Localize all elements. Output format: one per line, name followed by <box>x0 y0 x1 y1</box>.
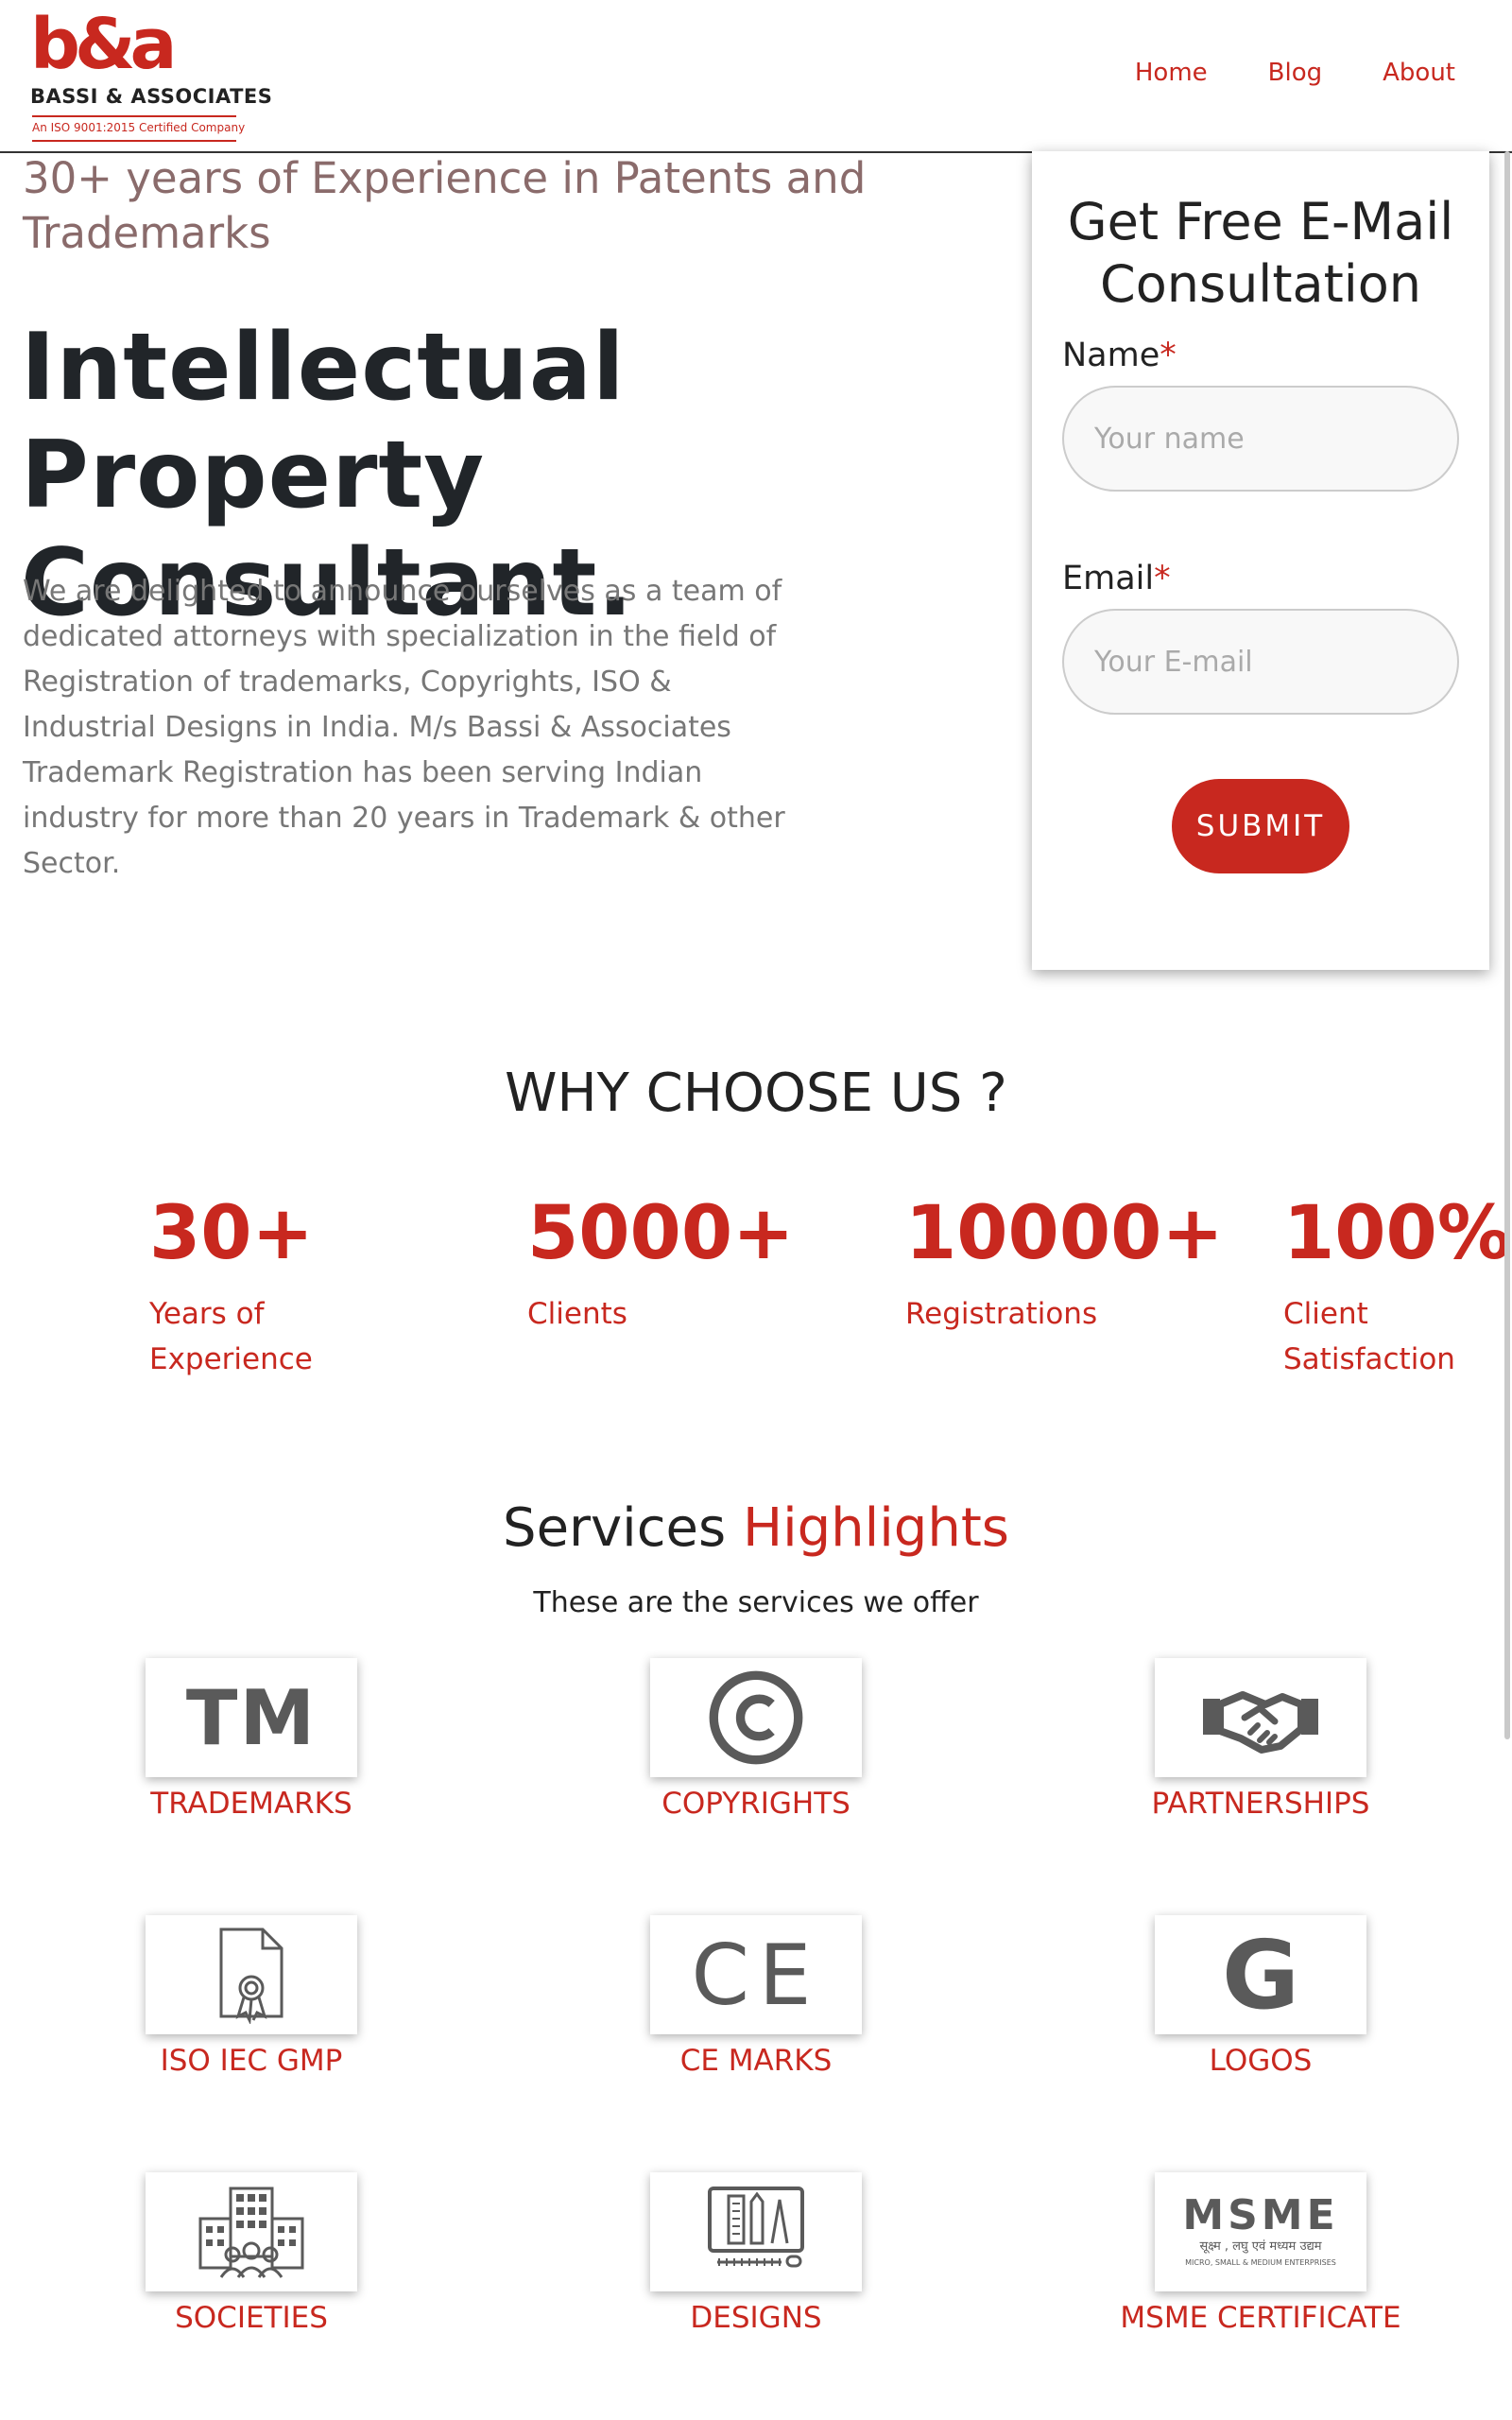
page-scrollbar[interactable] <box>1501 151 1512 1739</box>
required-mark: * <box>1160 337 1177 374</box>
required-mark: * <box>1154 560 1171 597</box>
nav-about-link[interactable]: About <box>1383 59 1455 87</box>
service-ce-marks[interactable]: CE CE MARKS <box>567 1915 945 2078</box>
main-nav: Home Blog About <box>1135 59 1455 87</box>
design-tools-icon <box>650 2172 862 2291</box>
trademark-icon: TM <box>146 1658 357 1777</box>
stat-number: 100% <box>1283 1191 1511 1276</box>
stat-label: Years of Experience <box>149 1297 313 1376</box>
nav-home-link[interactable]: Home <box>1135 59 1208 87</box>
copyright-icon <box>650 1658 862 1777</box>
logo-tagline: An ISO 9001:2015 Certified Company <box>32 115 245 142</box>
copyright-symbol <box>709 1670 803 1765</box>
name-label: Name* <box>1062 337 1177 374</box>
stat-satisfaction: 100% Client Satisfaction <box>1283 1187 1511 1382</box>
trademark-glyph: TM <box>185 1673 318 1762</box>
services-title: Services Highlights <box>0 1497 1512 1559</box>
handshake-symbol <box>1203 1691 1318 1754</box>
service-trademarks[interactable]: TM TRADEMARKS <box>62 1658 440 1821</box>
services-title-plain: Services <box>503 1497 727 1559</box>
hero-description: We are delighted to announce ourselves a… <box>23 575 785 880</box>
service-label: PARTNERSHIPS <box>1151 1787 1370 1821</box>
stat-clients: 5000+ Clients <box>527 1187 811 1337</box>
stat-number: 5000+ <box>527 1191 795 1276</box>
email-label-text: Email <box>1062 560 1155 597</box>
email-label: Email* <box>1062 560 1171 597</box>
service-copyrights[interactable]: COPYRIGHTS <box>567 1658 945 1821</box>
name-input[interactable] <box>1062 386 1459 492</box>
site-logo[interactable]: b&a BASSI & ASSOCIATES An ISO 9001:2015 … <box>26 4 272 142</box>
service-label: LOGOS <box>1209 2044 1313 2078</box>
scrollbar-thumb[interactable] <box>1504 151 1510 1739</box>
society-building-symbol <box>198 2187 304 2278</box>
service-designs[interactable]: DESIGNS <box>567 2172 945 2335</box>
service-societies[interactable]: SOCIETIES <box>62 2172 440 2335</box>
service-label: SOCIETIES <box>175 2301 328 2335</box>
logo-mark: b&a <box>30 4 177 85</box>
stat-registrations: 10000+ Registrations <box>905 1187 1224 1337</box>
msme-english-text: MICRO, SMALL & MEDIUM ENTERPRISES <box>1185 2258 1336 2267</box>
services-title-highlight: Highlights <box>742 1497 1009 1559</box>
service-label: DESIGNS <box>690 2301 822 2335</box>
society-building-icon <box>146 2172 357 2291</box>
why-choose-us-title: WHY CHOOSE US ? <box>505 1063 1007 1124</box>
site-header: b&a BASSI & ASSOCIATES An ISO 9001:2015 … <box>0 0 1512 153</box>
submit-button[interactable]: SUBMIT <box>1172 779 1349 873</box>
hero-kicker: 30+ years of Experience in Patents and T… <box>23 153 867 258</box>
email-input[interactable] <box>1062 609 1459 715</box>
msme-logo-text: MSME <box>1182 2191 1339 2239</box>
ce-mark-icon: CE <box>650 1915 862 2034</box>
service-label: MSME CERTIFICATE <box>1120 2301 1401 2335</box>
handshake-icon <box>1155 1658 1366 1777</box>
design-tools-symbol <box>708 2187 804 2268</box>
service-label: CE MARKS <box>679 2044 833 2078</box>
service-iso[interactable]: ISO IEC GMP <box>62 1915 440 2078</box>
service-label: COPYRIGHTS <box>662 1787 850 1821</box>
msme-hindi-text: सूक्ष्म , लघु एवं मध्यम उद्यम <box>1199 2239 1322 2254</box>
service-logos[interactable]: G LOGOS <box>1072 1915 1450 2078</box>
stat-number: 30+ <box>149 1191 314 1276</box>
service-msme[interactable]: MSME सूक्ष्म , लघु एवं मध्यम उद्यम MICRO… <box>1072 2172 1450 2335</box>
stat-experience: 30+ Years of Experience <box>149 1187 433 1382</box>
msme-icon: MSME सूक्ष्म , लघु एवं मध्यम उद्यम MICRO… <box>1155 2172 1366 2291</box>
certificate-symbol <box>219 1927 284 2024</box>
stat-label: Clients <box>527 1297 627 1331</box>
service-label: TRADEMARKS <box>150 1787 352 1821</box>
service-partnerships[interactable]: PARTNERSHIPS <box>1072 1658 1450 1821</box>
form-title: Get Free E-Mail Consultation <box>1067 192 1454 314</box>
consultation-form-card: Get Free E-Mail Consultation Name* Email… <box>1032 151 1489 970</box>
stat-number: 10000+ <box>905 1191 1224 1276</box>
service-label: ISO IEC GMP <box>160 2044 343 2078</box>
logo-company-name: BASSI & ASSOCIATES <box>30 85 273 108</box>
nav-blog-link[interactable]: Blog <box>1268 59 1322 87</box>
certificate-icon <box>146 1915 357 2034</box>
services-subtitle: These are the services we offer <box>533 1586 979 1619</box>
stat-label: Client Satisfaction <box>1283 1297 1455 1376</box>
ce-glyph: CE <box>691 1926 821 2024</box>
stat-label: Registrations <box>905 1297 1098 1331</box>
name-label-text: Name <box>1062 337 1160 374</box>
logo-g-icon: G <box>1155 1915 1366 2034</box>
g-glyph: G <box>1221 1919 1300 2031</box>
